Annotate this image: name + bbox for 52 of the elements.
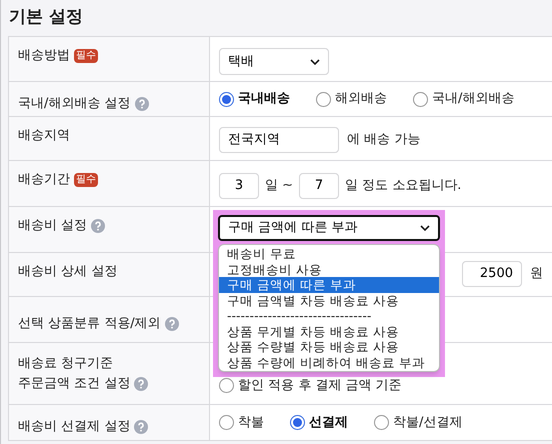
radio-label: 착불	[238, 414, 264, 432]
field-label: 배송비 상세 설정	[18, 263, 118, 282]
field-suffix: 에 배송 가능	[347, 131, 420, 150]
radio-label: 국내배송	[238, 90, 290, 108]
chevron-down-icon	[420, 225, 430, 231]
chevron-down-icon	[310, 58, 320, 64]
radio-label: 국내/해외배송	[432, 90, 514, 108]
radio-button[interactable]	[290, 415, 305, 430]
radio-button[interactable]	[219, 378, 234, 393]
dropdown-option[interactable]: 상품 수량별 차등 배송료 사용	[219, 339, 439, 354]
field-label: 배송방법	[18, 47, 70, 66]
field-label: 선택 상품분류 적용/제외	[18, 315, 161, 334]
dropdown-option[interactable]: --------------------------------	[219, 308, 439, 324]
radio-button[interactable]	[219, 92, 234, 106]
radio-label: 할인 적용 후 결제 금액 기준	[238, 376, 402, 394]
help-icon[interactable]	[134, 96, 149, 110]
radio-label: 선결제	[309, 414, 348, 432]
select-field[interactable]: 구매 금액에 따른 부과	[218, 215, 440, 241]
radio-button[interactable]	[316, 92, 331, 106]
field-label: 배송료 청구기준	[18, 354, 114, 373]
dropdown-option[interactable]: 구매 금액에 따른 부과	[219, 277, 439, 292]
field-label: 배송비 선결제 설정	[18, 418, 130, 436]
help-icon[interactable]	[134, 376, 148, 390]
dropdown-option[interactable]: 구매 금액별 차등 배송료 사용	[219, 292, 439, 308]
field-suffix: 원	[530, 265, 543, 284]
field-label: 배송비 설정	[18, 217, 88, 236]
input-field[interactable]: 전국지역	[219, 127, 339, 153]
input-field[interactable]: 3	[219, 173, 259, 199]
required-badge: 필수	[74, 49, 98, 63]
required-badge: 필수	[74, 173, 98, 187]
field-label: 배송지역	[18, 127, 70, 146]
field-label: 주문금액 조건 설정	[18, 374, 130, 393]
radio-label: 해외배송	[335, 90, 387, 108]
radio-label: 착불/선결제	[393, 414, 462, 432]
radio-button[interactable]	[413, 92, 428, 106]
dropdown-option[interactable]: 상품 무게별 차등 배송료 사용	[219, 324, 439, 339]
radio-button[interactable]	[374, 415, 389, 430]
field-suffix: 일 ~	[265, 177, 294, 196]
help-icon[interactable]	[134, 420, 148, 434]
radio-button[interactable]	[219, 415, 234, 430]
dropdown-option[interactable]: 상품 수량에 비례하여 배송료 부과	[219, 354, 439, 370]
help-icon[interactable]	[91, 219, 106, 233]
field-label: 배송기간	[18, 171, 70, 190]
dropdown-option[interactable]: 배송비 무료	[219, 246, 439, 262]
field-suffix: 일 정도 소요됩니다.	[345, 177, 462, 196]
input-field[interactable]: 2500	[462, 261, 522, 287]
input-field[interactable]: 7	[299, 173, 340, 199]
select-field[interactable]: 택배	[219, 48, 329, 75]
dropdown-option[interactable]: 고정배송비 사용	[219, 262, 439, 277]
help-icon[interactable]	[164, 317, 179, 331]
section-title: 기본 설정	[9, 6, 83, 30]
field-label: 국내/해외배송 설정	[18, 94, 131, 113]
